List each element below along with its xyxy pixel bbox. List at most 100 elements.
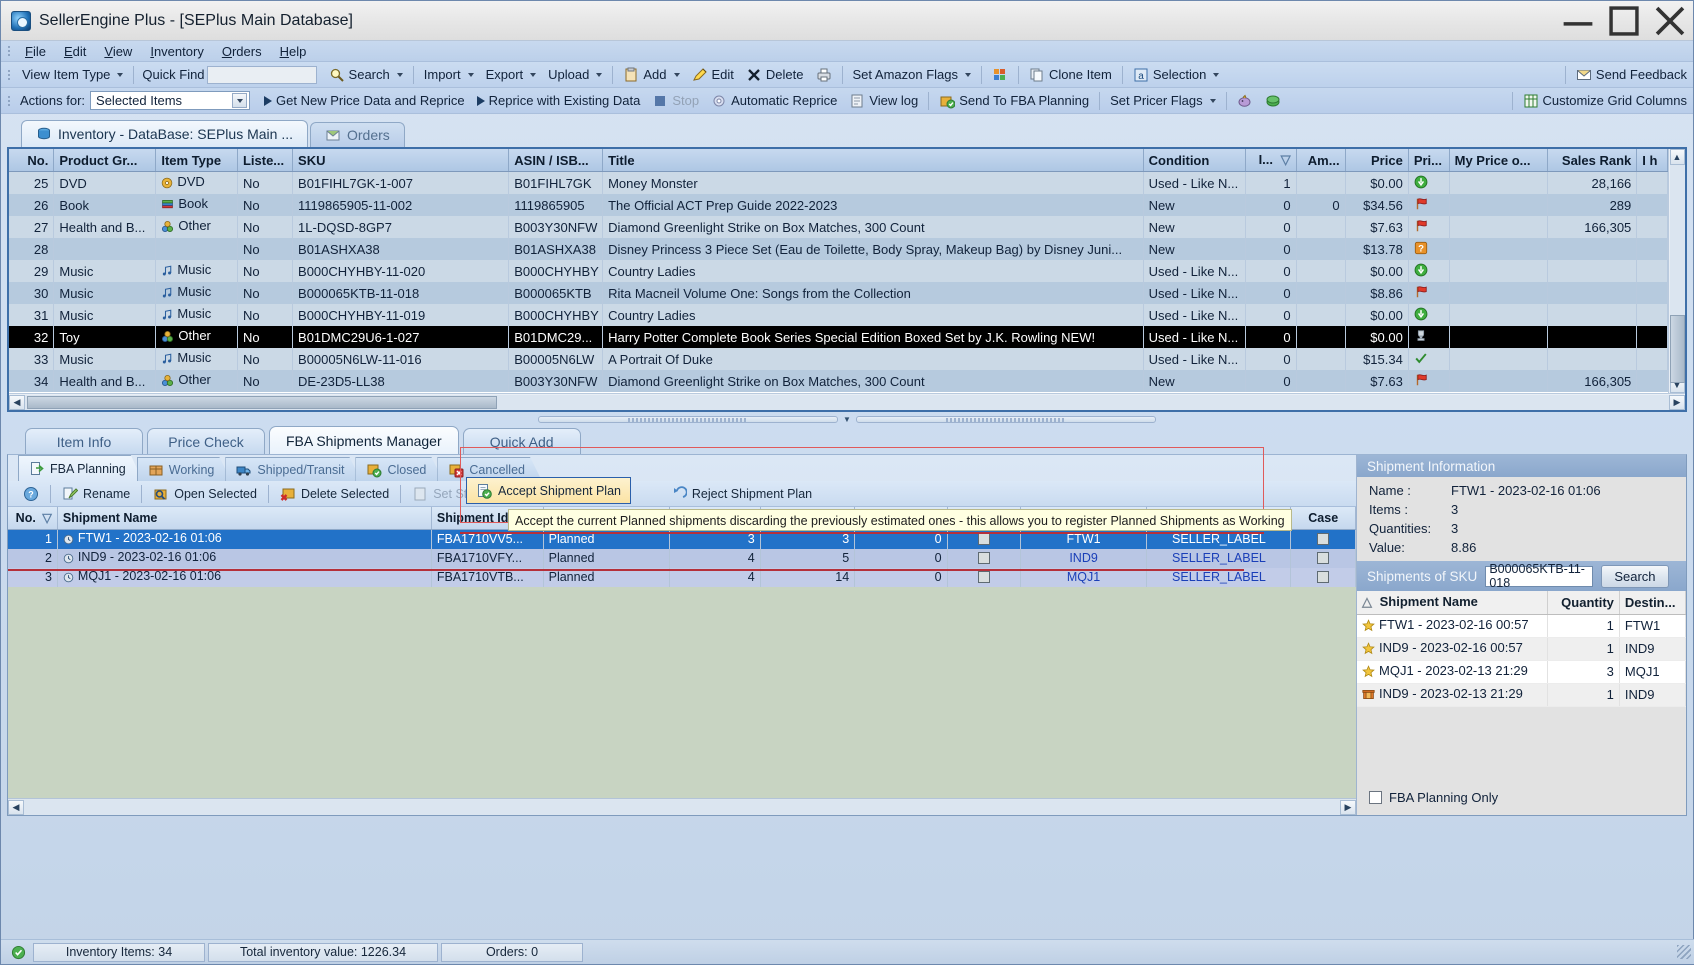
tab-quick-add[interactable]: Quick Add <box>463 428 581 454</box>
col-i-have[interactable]: I h <box>1637 149 1668 172</box>
list-item[interactable]: IND9 - 2023-02-13 21:291IND9 <box>1357 683 1686 706</box>
fba-planning-only-checkbox[interactable] <box>1369 791 1382 804</box>
table-row[interactable]: 29MusicMusicNoB000CHYHBY-11-020B000CHYHB… <box>9 260 1668 282</box>
scroll-track[interactable] <box>1670 165 1685 377</box>
customize-grid-columns-button[interactable]: Customize Grid Columns <box>1517 90 1694 112</box>
inventory-vertical-scrollbar[interactable]: ▲ ▼ <box>1668 149 1685 393</box>
receive-checkbox[interactable] <box>978 533 990 545</box>
delete-button[interactable]: Delete <box>740 64 810 86</box>
case-checkbox[interactable] <box>1317 571 1329 583</box>
minimize-button[interactable] <box>1555 1 1601 41</box>
shipments-horizontal-scrollbar[interactable]: ◀ ▶ <box>8 798 1356 815</box>
table-row[interactable]: 31MusicMusicNoB000CHYHBY-11-019B000CHYHB… <box>9 304 1668 326</box>
sku-col-quantity[interactable]: Quantity <box>1547 591 1619 614</box>
scroll-right-icon[interactable]: ▶ <box>1669 395 1685 410</box>
scroll-right-icon[interactable]: ▶ <box>1340 800 1356 815</box>
flags-icon-button[interactable] <box>986 64 1014 86</box>
sku-col-shipment-name[interactable]: △ Shipment Name <box>1357 591 1547 614</box>
col-sku[interactable]: SKU <box>293 149 509 172</box>
col-asin[interactable]: ASIN / ISB... <box>509 149 603 172</box>
search-button[interactable]: Search <box>323 64 409 86</box>
sh-col-case[interactable]: Case <box>1291 507 1356 529</box>
table-row[interactable]: 2IND9 - 2023-02-16 01:06FBA1710VFY...Pla… <box>8 549 1356 568</box>
chevron-down-icon[interactable]: ▼ <box>838 415 856 424</box>
scroll-thumb[interactable] <box>1670 315 1685 383</box>
clone-item-button[interactable]: Clone Item <box>1023 64 1118 86</box>
col-price[interactable]: Price <box>1345 149 1408 172</box>
resize-grip-icon[interactable] <box>1677 945 1691 959</box>
tab-item-info[interactable]: Item Info <box>25 428 143 454</box>
sub-tab-working[interactable]: Working <box>137 457 232 481</box>
edit-button[interactable]: Edit <box>686 64 740 86</box>
tab-fba-shipments-manager[interactable]: FBA Shipments Manager <box>269 426 459 454</box>
help-button[interactable]: ? <box>16 484 46 504</box>
selection-button[interactable]: a Selection <box>1127 64 1225 86</box>
money-button[interactable] <box>1259 90 1287 112</box>
scroll-thumb[interactable] <box>27 396 497 409</box>
table-row[interactable]: 28NoB01ASHXA38B01ASHXA38Disney Princess … <box>9 238 1668 260</box>
col-condition[interactable]: Condition <box>1143 149 1245 172</box>
receive-checkbox[interactable] <box>978 571 990 583</box>
menu-file[interactable]: FFileile <box>16 42 55 61</box>
search-button[interactable]: Search <box>1601 565 1668 588</box>
menu-view[interactable]: View <box>95 42 141 61</box>
col-no[interactable]: No. <box>9 149 54 172</box>
panel-splitter[interactable]: ▼ <box>1 412 1693 426</box>
quick-find-input[interactable] <box>207 66 317 84</box>
col-title[interactable]: Title <box>603 149 1144 172</box>
table-row[interactable]: 32ToyOtherNoB01DMC29U6-1-027B01DMC29...H… <box>9 326 1668 348</box>
accept-shipment-plan-button[interactable]: Accept Shipment Plan <box>466 477 631 504</box>
upload-button[interactable]: Upload <box>542 64 608 86</box>
splitter-handle[interactable] <box>538 416 838 423</box>
view-log-button[interactable]: View log <box>843 90 924 112</box>
table-row[interactable]: 26BookBookNo1119865905-11-0021119865905T… <box>9 194 1668 216</box>
tab-price-check[interactable]: Price Check <box>147 428 265 454</box>
col-pricer-flag[interactable]: Pri... <box>1408 149 1449 172</box>
sku-input[interactable]: B000065KTB-11-018 <box>1485 566 1593 587</box>
reject-shipment-plan-button[interactable]: Reject Shipment Plan <box>664 484 819 504</box>
scroll-track[interactable] <box>24 800 1340 815</box>
set-amazon-flags-button[interactable]: Set Amazon Flags <box>847 64 978 86</box>
sh-col-no[interactable]: No. ▽ <box>8 507 57 529</box>
case-checkbox[interactable] <box>1317 552 1329 564</box>
chevron-down-icon[interactable] <box>232 93 247 108</box>
close-button[interactable] <box>1647 1 1693 41</box>
tab-orders[interactable]: Orders <box>310 122 405 147</box>
col-my-price-of[interactable]: My Price o... <box>1449 149 1547 172</box>
list-item[interactable]: MQJ1 - 2023-02-13 21:293MQJ1 <box>1357 660 1686 683</box>
menu-help[interactable]: Help <box>271 42 316 61</box>
inventory-horizontal-scrollbar[interactable]: ◀ ▶ <box>9 393 1685 410</box>
scroll-left-icon[interactable]: ◀ <box>8 800 24 815</box>
table-row[interactable]: 33MusicMusicNoB00005N6LW-11-016B00005N6L… <box>9 348 1668 370</box>
sub-tab-fba-planning[interactable]: FBA Planning <box>18 455 143 481</box>
add-button[interactable]: Add <box>617 64 685 86</box>
get-new-price-button[interactable]: Get New Price Data and Reprice <box>258 90 471 112</box>
set-pricer-flags-button[interactable]: Set Pricer Flags <box>1104 90 1221 112</box>
export-button[interactable]: Export <box>480 64 543 86</box>
sub-tab-closed[interactable]: Closed <box>355 457 443 481</box>
col-listed[interactable]: Liste... <box>237 149 292 172</box>
table-row[interactable]: 27Health and B...OtherNo1L-DQSD-8GP7B003… <box>9 216 1668 238</box>
table-row[interactable]: 30MusicMusicNoB000065KTB-11-018B000065KT… <box>9 282 1668 304</box>
rename-button[interactable]: Rename <box>55 484 137 504</box>
list-item[interactable]: FTW1 - 2023-02-16 00:571FTW1 <box>1357 614 1686 637</box>
print-button[interactable] <box>810 64 838 86</box>
view-item-type-button[interactable]: View Item Type <box>16 64 129 86</box>
scroll-track[interactable] <box>25 395 1669 410</box>
fba-planning-only-row[interactable]: FBA Planning Only <box>1357 782 1686 815</box>
tab-inventory[interactable]: Inventory - DataBase: SEPlus Main ... <box>21 120 308 147</box>
delete-selected-button[interactable]: Delete Selected <box>273 484 396 504</box>
table-row[interactable]: 34Health and B...OtherNoDE-23D5-LL38B003… <box>9 370 1668 392</box>
maximize-button[interactable] <box>1601 1 1647 41</box>
menu-inventory[interactable]: Inventory <box>141 42 213 61</box>
import-button[interactable]: Import <box>418 64 480 86</box>
col-inventory-sorted[interactable]: I... ▽ <box>1245 149 1296 172</box>
reprice-existing-button[interactable]: Reprice with Existing Data <box>471 90 647 112</box>
menu-orders[interactable]: Orders <box>213 42 271 61</box>
menu-edit[interactable]: Edit <box>55 42 95 61</box>
col-amazon[interactable]: Am... <box>1296 149 1345 172</box>
automatic-reprice-button[interactable]: Automatic Reprice <box>705 90 843 112</box>
actions-for-select[interactable]: Selected Items <box>90 91 250 110</box>
table-row[interactable]: 25DVDDVDNoB01FIHL7GK-1-007B01FIHL7GKMone… <box>9 172 1668 195</box>
scroll-left-icon[interactable]: ◀ <box>9 395 25 410</box>
